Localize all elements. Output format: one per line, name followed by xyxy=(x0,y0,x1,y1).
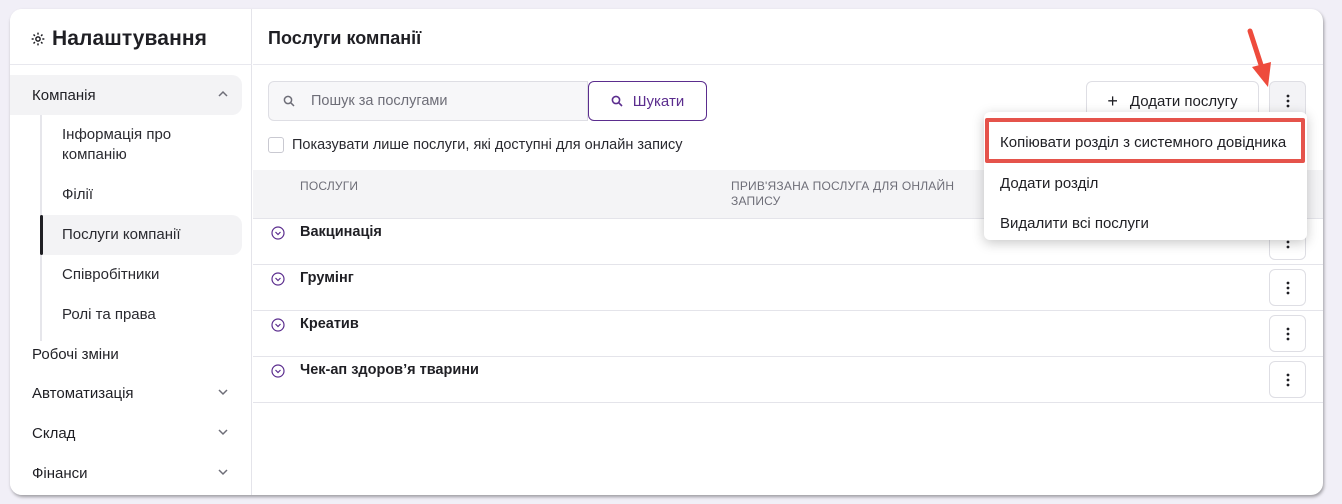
sidebar-item-label: Фінанси xyxy=(32,464,88,482)
highlight-box xyxy=(985,118,1305,163)
sidebar-item-label: Автоматизація xyxy=(32,384,134,402)
chevron-down-icon xyxy=(218,469,228,476)
chevron-circle-icon[interactable] xyxy=(271,318,285,332)
sidebar-item-label: Філії xyxy=(62,186,93,203)
search-field[interactable] xyxy=(268,81,588,121)
search-icon xyxy=(611,95,623,107)
sidebar-item-warehouse[interactable]: Склад xyxy=(10,413,242,453)
kebab-icon xyxy=(1286,373,1289,386)
online-only-filter: Показувати лише послуги, які доступні дл… xyxy=(268,137,683,153)
service-name: Креатив xyxy=(300,316,359,332)
row-options-button[interactable] xyxy=(1269,361,1306,398)
service-name: Вакцинація xyxy=(300,224,382,240)
chevron-circle-icon[interactable] xyxy=(271,364,285,378)
chevron-up-icon xyxy=(218,90,228,97)
table-row: Грумінг xyxy=(253,265,1323,311)
row-options-button[interactable] xyxy=(1269,315,1306,352)
service-name: Чек-ап здоров’я тварини xyxy=(300,362,479,378)
gear-icon xyxy=(31,32,45,46)
kebab-icon xyxy=(1286,327,1289,340)
sidebar-title-text: Налаштування xyxy=(52,27,207,50)
search-button-label: Шукати xyxy=(632,92,685,110)
sidebar-title: Налаштування xyxy=(30,27,207,51)
menu-item-delete-all[interactable]: Видалити всі послуги xyxy=(984,203,1307,243)
service-name: Грумінг xyxy=(300,270,354,286)
sidebar-item-company-info[interactable]: Інформація про компанію xyxy=(40,124,242,166)
sidebar-item-shifts[interactable]: Робочі зміни xyxy=(10,334,242,374)
search-icon xyxy=(283,95,295,107)
online-only-label: Показувати лише послуги, які доступні дл… xyxy=(292,137,683,153)
table-row: Чек-ап здоров’я тварини xyxy=(253,357,1323,403)
page-title: Послуги компанії xyxy=(268,28,422,48)
online-only-checkbox[interactable] xyxy=(268,137,284,153)
settings-sidebar: Налаштування Компанія Інформація про ком… xyxy=(10,9,252,495)
annotation-arrow-icon xyxy=(1247,28,1271,87)
table-row: Креатив xyxy=(253,311,1323,357)
sidebar-item-label: Співробітники xyxy=(62,266,160,283)
sidebar-item-finance[interactable]: Фінанси xyxy=(10,453,242,493)
options-dropdown-menu: Копіювати розділ з системного довідника … xyxy=(984,112,1307,240)
chevron-down-icon xyxy=(218,429,228,436)
sidebar-item-automation[interactable]: Автоматизація xyxy=(10,373,242,413)
sidebar-item-employees[interactable]: Співробітники xyxy=(40,255,242,295)
sidebar-item-roles[interactable]: Ролі та права xyxy=(40,295,242,335)
sidebar-item-label: Ролі та права xyxy=(62,306,156,323)
plus-icon: + xyxy=(1107,90,1118,111)
sidebar-divider xyxy=(10,64,252,65)
sidebar-item-branches[interactable]: Філії xyxy=(40,175,242,215)
chevron-down-icon xyxy=(218,389,228,396)
sidebar-item-company[interactable]: Компанія xyxy=(10,75,242,115)
kebab-icon xyxy=(1286,281,1289,294)
main-content: Послуги компанії Шукати Показувати лише … xyxy=(253,9,1323,495)
column-header-linked-online: Прив'язана послуга для онлайн запису xyxy=(731,179,955,208)
add-service-label: Додати послугу xyxy=(1129,92,1238,110)
search-button[interactable]: Шукати xyxy=(588,81,707,121)
sidebar-item-label: Робочі зміни xyxy=(32,345,119,363)
column-header-services: Послуги xyxy=(300,179,359,193)
app-window: Налаштування Компанія Інформація про ком… xyxy=(10,9,1323,495)
row-options-button[interactable] xyxy=(1269,269,1306,306)
menu-item-add-section[interactable]: Додати розділ xyxy=(984,163,1307,203)
sidebar-item-label: Інформація про компанію xyxy=(62,126,172,163)
search-input[interactable] xyxy=(311,93,571,109)
sidebar-item-label: Компанія xyxy=(32,86,96,104)
sidebar-item-label: Послуги компанії xyxy=(62,226,181,243)
header-divider xyxy=(253,64,1323,65)
sidebar-item-company-services[interactable]: Послуги компанії xyxy=(40,215,242,255)
chevron-circle-icon[interactable] xyxy=(271,272,285,286)
chevron-circle-icon[interactable] xyxy=(271,226,285,240)
sidebar-item-label: Склад xyxy=(32,424,76,442)
kebab-icon xyxy=(1286,94,1289,108)
